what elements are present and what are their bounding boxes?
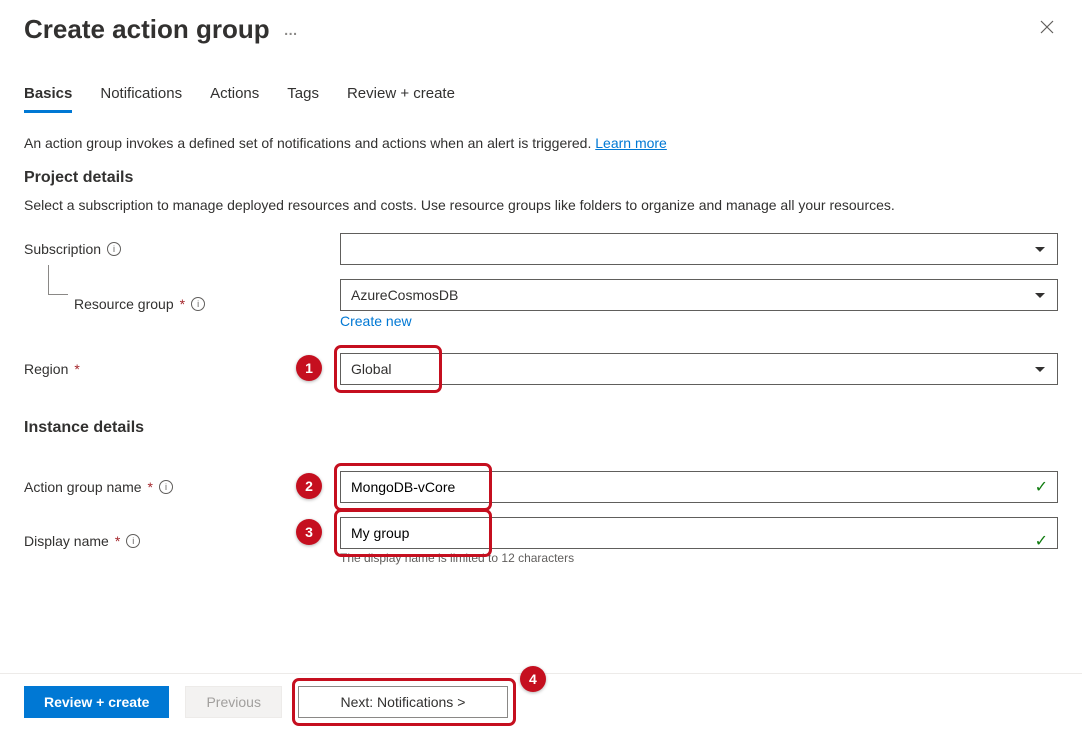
required-asterisk: * — [115, 533, 120, 549]
subscription-select[interactable] — [340, 233, 1058, 265]
region-value: Global — [351, 361, 391, 377]
callout-2: 2 — [296, 473, 322, 499]
display-name-input-area: ✓ The display name is limited to 12 char… — [340, 517, 1058, 565]
required-asterisk: * — [74, 361, 79, 377]
resource-group-select[interactable]: AzureCosmosDB — [340, 279, 1058, 311]
footer: Review + create Previous Next: Notificat… — [0, 673, 1082, 732]
subscription-row: Subscription i — [24, 233, 1058, 265]
action-group-name-label: Action group name * i — [24, 479, 340, 495]
display-name-label-text: Display name — [24, 533, 109, 549]
display-name-label: Display name * i — [24, 533, 340, 549]
callout-1: 1 — [296, 355, 322, 381]
resource-group-row: Resource group * i AzureCosmosDB Create … — [24, 279, 1058, 329]
close-icon[interactable] — [1036, 16, 1058, 43]
region-select[interactable]: Global — [340, 353, 1058, 385]
project-details-sub: Select a subscription to manage deployed… — [24, 197, 1058, 213]
display-name-input[interactable] — [340, 517, 1058, 549]
content: An action group invokes a defined set of… — [0, 113, 1082, 565]
resource-group-label-text: Resource group — [74, 296, 174, 312]
resource-group-input-area: AzureCosmosDB Create new — [340, 279, 1058, 329]
next-notifications-button[interactable]: Next: Notifications > — [298, 686, 508, 718]
region-label: Region * — [24, 361, 340, 377]
action-group-name-row: Action group name * i ✓ 2 — [24, 471, 1058, 503]
subscription-label-text: Subscription — [24, 241, 101, 257]
tab-basics[interactable]: Basics — [24, 85, 72, 113]
subscription-label: Subscription i — [24, 241, 340, 257]
title-text: Create action group — [24, 14, 270, 45]
action-group-name-input[interactable] — [340, 471, 1058, 503]
info-icon[interactable]: i — [159, 480, 173, 494]
info-icon[interactable]: i — [191, 297, 205, 311]
required-asterisk: * — [180, 296, 185, 312]
tree-connector — [48, 265, 68, 295]
callout-3: 3 — [296, 519, 322, 545]
action-group-name-input-area: ✓ 2 — [340, 471, 1058, 503]
action-group-name-label-text: Action group name — [24, 479, 142, 495]
display-name-row: Display name * i ✓ The display name is l… — [24, 517, 1058, 565]
next-button-wrap: Next: Notifications > 4 — [298, 686, 508, 718]
page-title: Create action group … — [24, 14, 300, 45]
chevron-down-icon — [1035, 293, 1045, 298]
tab-actions[interactable]: Actions — [210, 85, 259, 113]
learn-more-link[interactable]: Learn more — [595, 135, 667, 151]
resource-group-label: Resource group * i — [24, 296, 340, 312]
subscription-input-area — [340, 233, 1058, 265]
previous-button[interactable]: Previous — [185, 686, 281, 718]
info-icon[interactable]: i — [126, 534, 140, 548]
check-icon: ✓ — [1035, 477, 1048, 497]
required-asterisk: * — [148, 479, 153, 495]
check-icon: ✓ — [1035, 531, 1048, 551]
more-icon[interactable]: … — [284, 22, 300, 38]
instance-details-heading: Instance details — [24, 419, 1058, 437]
region-input-area: Global 1 — [340, 353, 1058, 385]
create-new-link[interactable]: Create new — [340, 313, 1058, 329]
resource-group-value: AzureCosmosDB — [351, 287, 458, 303]
project-details-heading: Project details — [24, 169, 1058, 187]
info-icon[interactable]: i — [107, 242, 121, 256]
region-row: Region * Global 1 — [24, 353, 1058, 385]
region-label-text: Region — [24, 361, 68, 377]
header: Create action group … — [0, 0, 1082, 45]
tab-notifications[interactable]: Notifications — [100, 85, 182, 113]
display-name-helper: The display name is limited to 12 charac… — [340, 551, 1058, 565]
description-body: An action group invokes a defined set of… — [24, 135, 595, 151]
chevron-down-icon — [1035, 367, 1045, 372]
tabs: Basics Notifications Actions Tags Review… — [0, 45, 1082, 113]
tab-tags[interactable]: Tags — [287, 85, 319, 113]
callout-4: 4 — [520, 666, 546, 692]
chevron-down-icon — [1035, 247, 1045, 252]
review-create-button[interactable]: Review + create — [24, 686, 169, 718]
instance-details-section: Instance details Action group name * i ✓… — [24, 419, 1058, 565]
description-text: An action group invokes a defined set of… — [24, 135, 1058, 151]
tab-review-create[interactable]: Review + create — [347, 85, 455, 113]
